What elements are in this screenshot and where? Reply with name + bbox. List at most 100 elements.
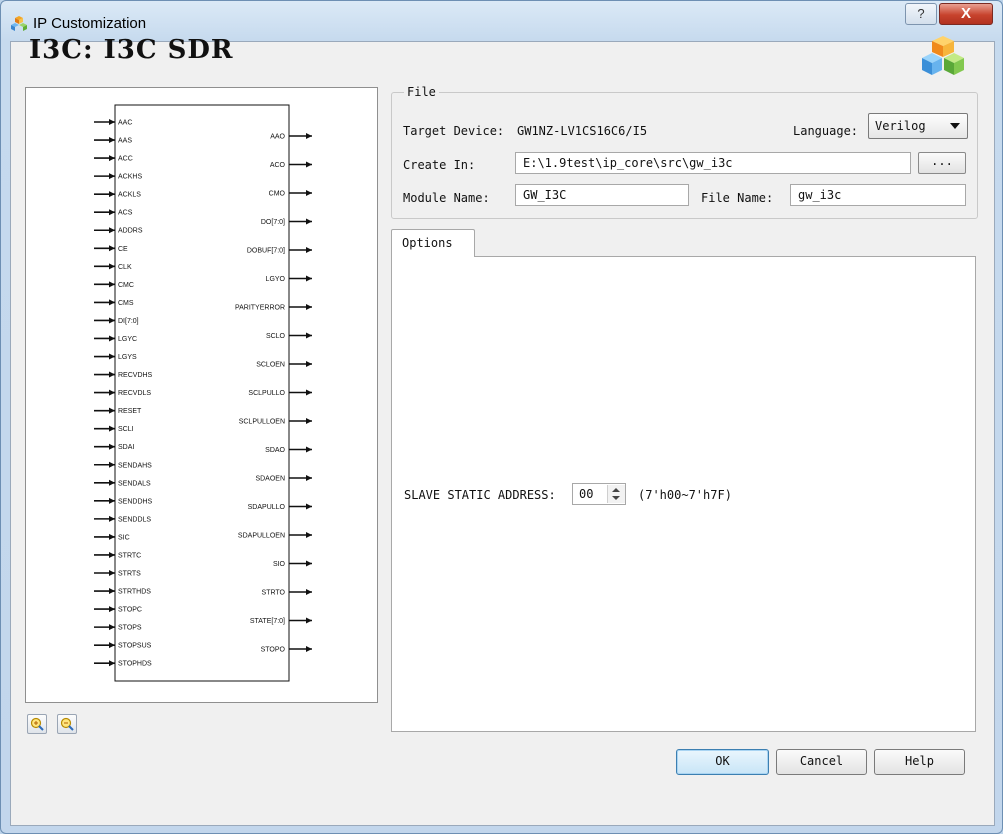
input-pin: STRTHDS xyxy=(94,588,151,596)
input-arrow-icon xyxy=(109,588,115,595)
output-pin-label: SDAPULLO xyxy=(248,504,286,511)
help-button[interactable]: Help xyxy=(874,749,965,775)
output-pin-label: SDAOEN xyxy=(255,476,285,483)
ip-customization-window: IP Customization ? X I3C: I3C SDR AAC AAS… xyxy=(0,0,1003,834)
input-pin-label: STOPSUS xyxy=(118,643,152,650)
output-pin-label: SCLPULLOEN xyxy=(239,419,285,426)
create-in-field[interactable]: E:\1.9test\ip_core\src\gw_i3c xyxy=(515,152,911,174)
input-pin: SCLI xyxy=(94,425,134,433)
zoom-out-button[interactable] xyxy=(57,714,77,734)
output-arrow-icon xyxy=(306,304,312,310)
file-name-field[interactable]: gw_i3c xyxy=(790,184,966,206)
input-arrow-icon xyxy=(109,281,115,288)
output-pin: PARITYERROR xyxy=(235,304,312,312)
output-pin-label: STOPO xyxy=(261,647,286,654)
input-pin: CLK xyxy=(94,263,132,271)
input-pin-label: RECVDLS xyxy=(118,390,151,397)
language-select-value: Verilog xyxy=(875,119,926,133)
input-pin: ACKHS xyxy=(94,173,142,181)
input-pin-label: SENDDLS xyxy=(118,516,151,523)
zoom-in-button[interactable] xyxy=(27,714,47,734)
input-pin: CMS xyxy=(94,299,134,307)
input-pin-label: LGYC xyxy=(118,336,137,343)
input-pin-label: ADDRS xyxy=(118,228,143,235)
input-arrow-icon xyxy=(109,191,115,198)
input-pin: RECVDHS xyxy=(94,371,153,379)
input-pin: RESET xyxy=(94,407,142,415)
input-arrow-icon xyxy=(109,570,115,576)
slave-static-address-label: SLAVE STATIC ADDRESS: xyxy=(404,488,556,502)
input-pin-label: RECVDHS xyxy=(118,372,153,379)
spin-buttons[interactable] xyxy=(607,485,625,503)
input-pin-label: ACS xyxy=(118,210,133,217)
input-pin: CMC xyxy=(94,281,134,289)
output-arrow-icon xyxy=(306,161,312,168)
input-pin-label: STRTHDS xyxy=(118,589,151,596)
input-pin: SENDDLS xyxy=(94,515,151,523)
input-arrow-icon xyxy=(109,461,115,468)
input-pin: AAS xyxy=(94,137,132,145)
input-pin-label: RESET xyxy=(118,408,142,415)
page-title: I3C: I3C SDR xyxy=(29,35,234,65)
close-button[interactable]: X xyxy=(939,3,993,25)
output-pin-label: CMO xyxy=(269,191,286,198)
input-pin-label: LGYS xyxy=(118,354,137,361)
target-device-label: Target Device: xyxy=(403,124,505,138)
output-pin: DOBUF[7:0] xyxy=(247,247,312,255)
file-group-title: File xyxy=(404,85,439,99)
input-pin-label: STOPC xyxy=(118,607,142,614)
output-pin-label: STRTO xyxy=(262,590,286,597)
ok-button[interactable]: OK xyxy=(676,749,769,775)
input-pin-label: SENDAHS xyxy=(118,462,152,469)
input-arrow-icon xyxy=(109,533,115,540)
input-pin: AAC xyxy=(94,119,132,127)
input-arrow-icon xyxy=(109,299,115,306)
slave-static-address-spinbox[interactable]: 00 xyxy=(572,483,626,505)
input-pin: ADDRS xyxy=(94,227,143,235)
target-device-value: GW1NZ-LV1CS16C6/I5 xyxy=(517,124,648,138)
slave-static-address-value: 00 xyxy=(579,487,594,501)
module-name-field[interactable]: GW_I3C xyxy=(515,184,689,206)
language-select[interactable]: Verilog xyxy=(868,113,968,139)
input-pin-label: CE xyxy=(118,246,128,253)
output-pin: SDAPULLOEN xyxy=(238,532,312,540)
input-pin-label: CMS xyxy=(118,300,134,307)
input-pin: STOPC xyxy=(94,606,142,614)
output-arrow-icon xyxy=(306,446,312,453)
input-arrow-icon xyxy=(109,245,115,252)
input-arrow-icon xyxy=(109,425,115,432)
input-pin: SENDDHS xyxy=(94,497,153,505)
output-pin: SCLPULLOEN xyxy=(239,418,312,426)
output-pin: SDAPULLO xyxy=(248,503,312,511)
output-pin-label: DOBUF[7:0] xyxy=(247,248,285,255)
input-pin-label: ACKLS xyxy=(118,192,141,199)
cancel-button[interactable]: Cancel xyxy=(776,749,867,775)
output-arrow-icon xyxy=(306,361,312,367)
output-pin-label: SCLOEN xyxy=(256,362,285,369)
input-arrow-icon xyxy=(109,407,115,414)
browse-button[interactable]: ... xyxy=(918,152,966,174)
output-arrow-icon xyxy=(306,532,312,538)
output-pin-label: SDAO xyxy=(265,447,285,454)
input-arrow-icon xyxy=(109,389,115,396)
input-arrow-icon xyxy=(109,660,115,667)
output-arrow-icon xyxy=(306,133,312,139)
symbol-preview: AAC AAS ACC ACKHS ACKLS ACS ADDRS CE CLK CMC CMS DI… xyxy=(25,87,378,703)
tab-options[interactable]: Options xyxy=(391,229,475,257)
input-pin: ACKLS xyxy=(94,191,141,199)
input-arrow-icon xyxy=(109,119,115,125)
input-arrow-icon xyxy=(109,443,115,450)
file-name-label: File Name: xyxy=(701,191,774,205)
spin-down-arrow-icon[interactable] xyxy=(612,496,620,500)
spin-up-arrow-icon[interactable] xyxy=(612,488,620,492)
create-in-label: Create In: xyxy=(403,158,476,172)
input-arrow-icon xyxy=(109,173,115,180)
input-pin-label: ACC xyxy=(118,156,133,163)
help-title-button[interactable]: ? xyxy=(905,3,937,25)
input-arrow-icon xyxy=(109,642,115,649)
input-pin-label: STRTS xyxy=(118,571,141,578)
output-pin-label: DO[7:0] xyxy=(261,219,285,226)
output-arrow-icon xyxy=(306,646,312,652)
input-arrow-icon xyxy=(109,624,115,631)
module-name-label: Module Name: xyxy=(403,191,490,205)
